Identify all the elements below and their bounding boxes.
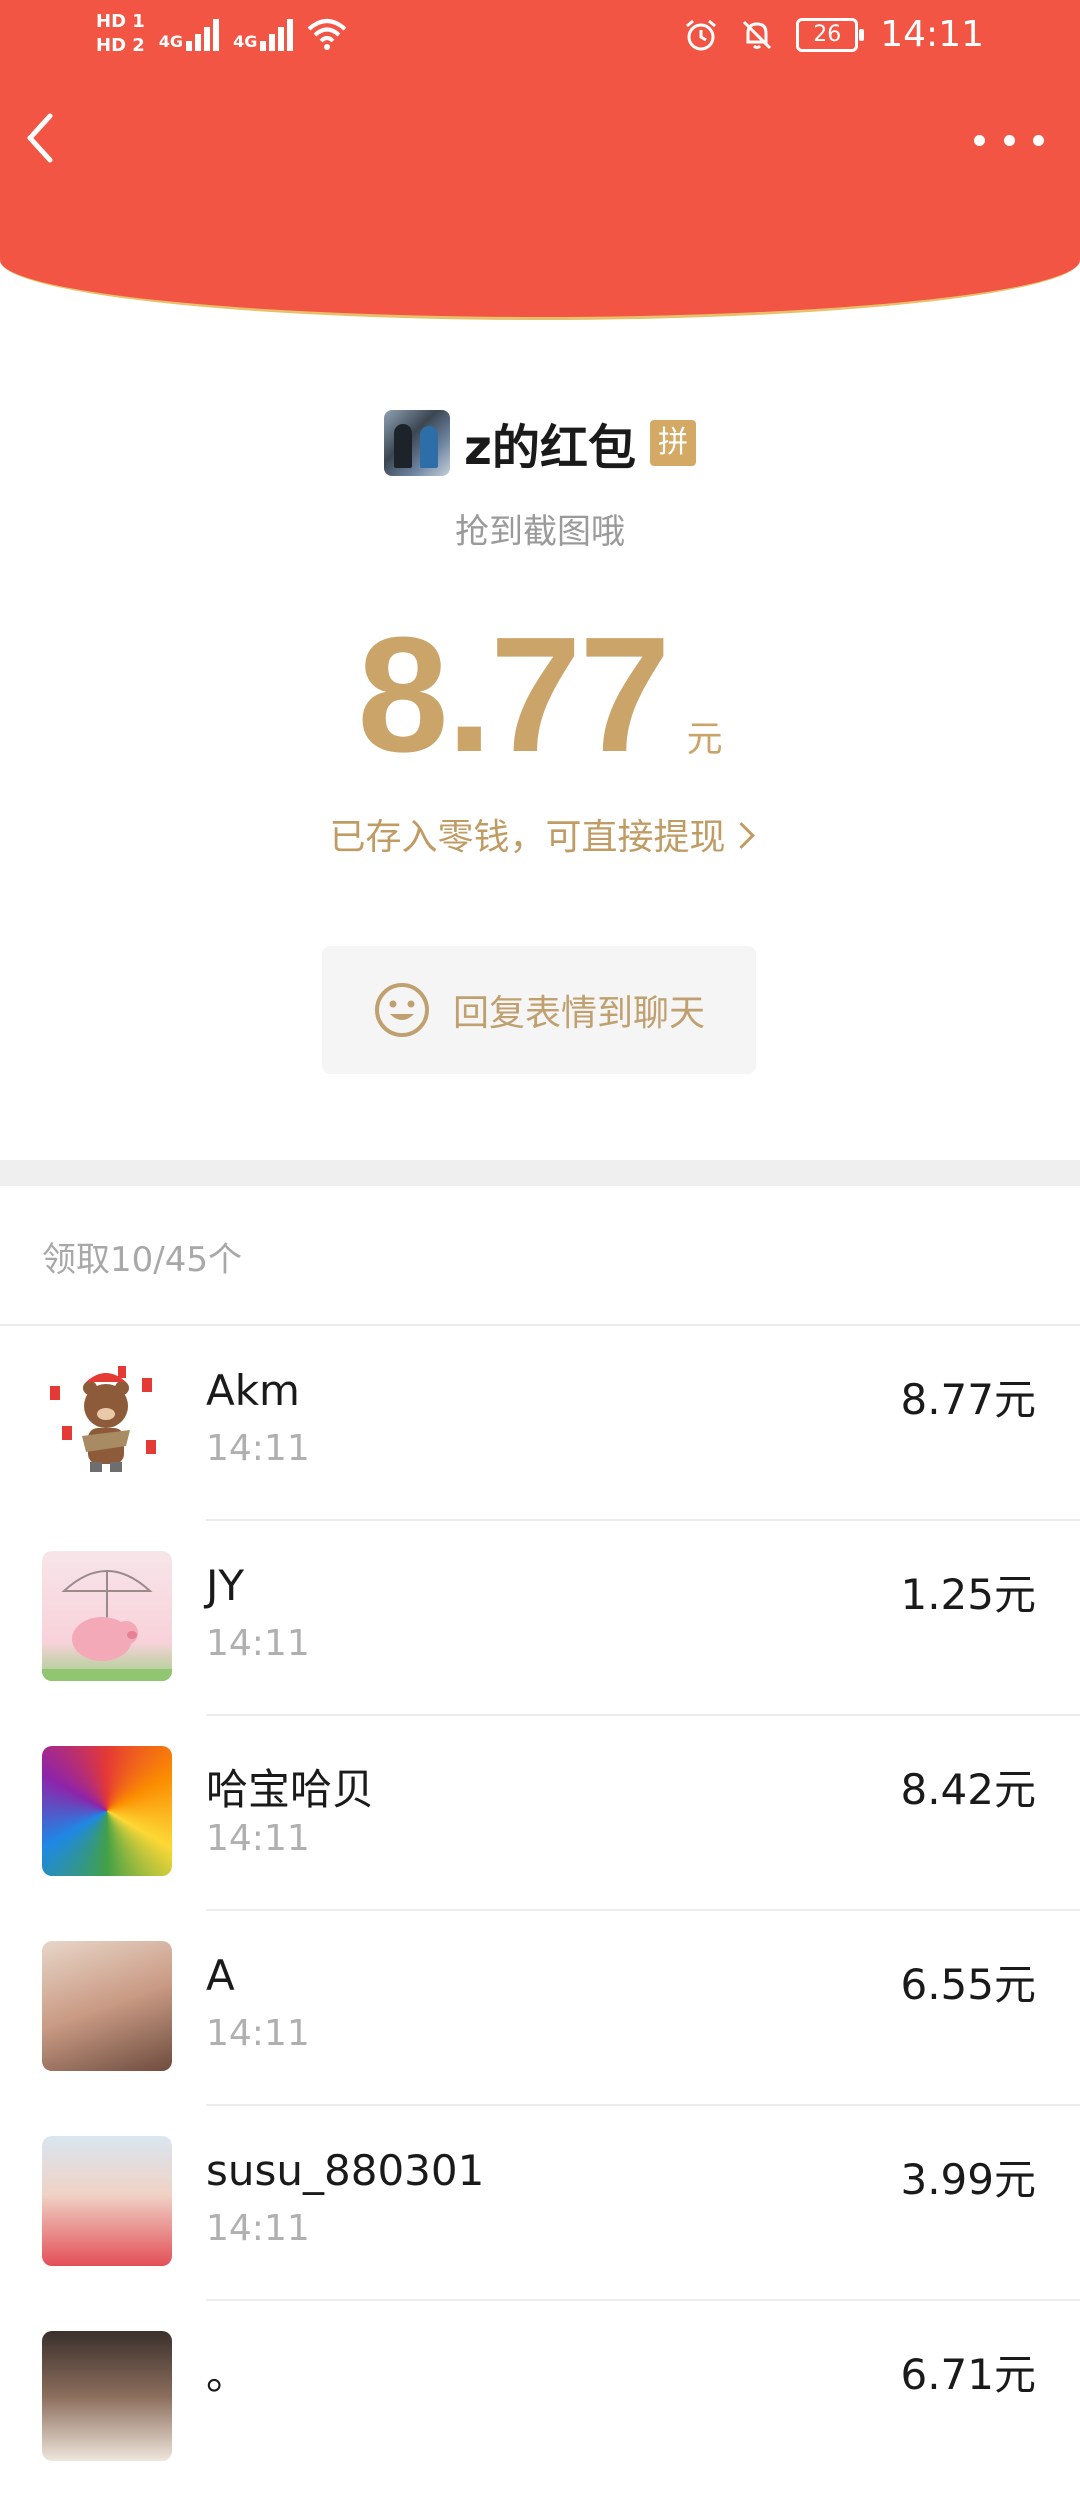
- signal-2: 4G: [233, 17, 294, 51]
- chevron-left-icon[interactable]: [18, 108, 62, 168]
- sender-avatar[interactable]: [384, 410, 451, 476]
- chevron-right-icon: [727, 822, 755, 849]
- signal-1: 4G: [158, 17, 220, 51]
- sender-name: z的红包: [464, 420, 636, 476]
- avatar[interactable]: [42, 1941, 172, 2071]
- amount-value: 8.77: [357, 603, 670, 786]
- signal-bars-icon: [186, 17, 220, 51]
- recipient-name: 。: [206, 2350, 249, 2399]
- alarm-icon: [686, 19, 717, 50]
- dot: [974, 134, 985, 146]
- recipient-amount: 6.71元: [900, 2350, 1036, 2399]
- group-badge: 拼: [649, 420, 696, 466]
- avatar[interactable]: [42, 1746, 172, 1876]
- wifi-icon: [308, 19, 347, 50]
- recipient-name: JY: [206, 1561, 245, 1610]
- avatar[interactable]: [42, 1356, 172, 1486]
- reply-label: 回复表情到聊天: [452, 993, 705, 1034]
- list-item[interactable]: A 14:11 6.55元: [0, 1911, 1080, 2106]
- avatar[interactable]: [42, 2331, 172, 2461]
- list-item[interactable]: JY 14:11 1.25元: [0, 1521, 1080, 1716]
- smiley-icon: [374, 983, 429, 1037]
- recipient-time: 14:11: [206, 1818, 310, 1859]
- sender-row: z的红包 拼: [0, 408, 1080, 478]
- dot: [1033, 134, 1044, 146]
- list-item[interactable]: 。 6.71元: [0, 2301, 1080, 2496]
- recipient-name: A: [206, 1951, 235, 2000]
- hd1-label: HD 1: [96, 11, 145, 32]
- clock: 14:11: [880, 14, 984, 55]
- amount-unit: 元: [686, 719, 723, 760]
- recipient-time: 14:11: [206, 2013, 310, 2054]
- signal-bars-icon: [260, 17, 294, 51]
- bell-off-icon: [743, 20, 772, 49]
- dot: [1003, 134, 1015, 146]
- bear-sticker-icon: [50, 1366, 156, 1472]
- recipient-time: 14:11: [206, 2208, 310, 2249]
- recipient-name: Akm: [206, 1366, 300, 1415]
- recipient-time: 14:11: [206, 1623, 310, 1664]
- recipient-amount: 6.55元: [900, 1960, 1036, 2009]
- hd2-label: HD 2: [96, 35, 145, 56]
- recipient-name: 哈宝哈贝: [206, 1765, 375, 1814]
- list-item[interactable]: susu_880301 14:11 3.99元: [0, 2106, 1080, 2301]
- recipient-amount: 8.42元: [900, 1765, 1036, 1814]
- saved-note: 已存入零钱，可直接提现: [329, 817, 726, 858]
- avatar[interactable]: [42, 1551, 172, 1681]
- avatar[interactable]: [42, 2136, 172, 2266]
- status-left: HD 1 HD 2 4G 4G: [96, 10, 347, 58]
- status-right: 26 14:11: [684, 14, 984, 55]
- greeting-text: 抢到截图哦: [455, 512, 625, 552]
- amount-display: 8.77 元: [0, 610, 1080, 780]
- list-item[interactable]: Akm 14:11 8.77元: [0, 1326, 1080, 1521]
- network-type-1: 4G: [158, 32, 184, 51]
- more-dots-icon[interactable]: [974, 120, 1044, 160]
- recipient-amount: 8.77元: [900, 1375, 1036, 1424]
- status-bar: HD 1 HD 2 4G 4G 26 14:11: [0, 0, 1080, 80]
- list-item[interactable]: 哈宝哈贝 14:11 8.42元: [0, 1716, 1080, 1911]
- saved-to-wallet-link[interactable]: 已存入零钱，可直接提现: [0, 808, 1080, 860]
- recipient-list: Akm 14:11 8.77元 JY 14:11 1.25元 哈宝哈贝 14:1…: [0, 1326, 1080, 2496]
- battery-icon: 26: [796, 17, 865, 52]
- recipient-amount: 1.25元: [900, 1570, 1036, 1619]
- recipient-amount: 3.99元: [900, 2155, 1036, 2204]
- hd-indicator: HD 1 HD 2: [96, 10, 145, 58]
- section-divider: [0, 1160, 1080, 1186]
- network-type-2: 4G: [233, 32, 258, 51]
- recipient-name: susu_880301: [206, 2146, 485, 2195]
- recipient-time: 14:11: [206, 1428, 310, 1469]
- received-summary: 领取10/45个: [42, 1240, 242, 1280]
- reply-sticker-button[interactable]: 回复表情到聊天: [322, 946, 756, 1074]
- pig-umbrella-icon: [42, 1570, 172, 1681]
